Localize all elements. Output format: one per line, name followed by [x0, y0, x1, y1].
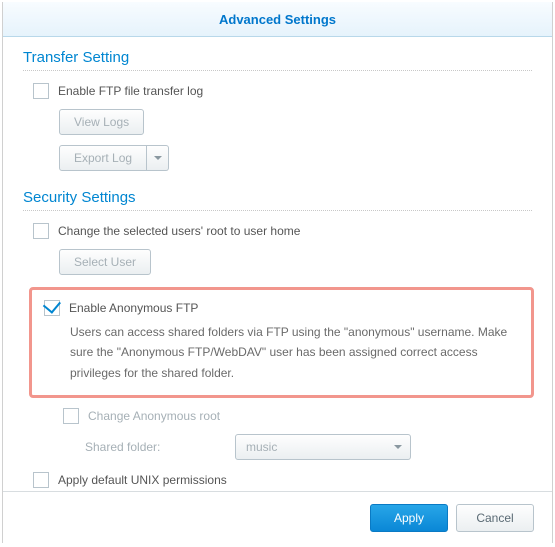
label-change-root: Change the selected users' root to user …	[58, 224, 300, 238]
row-shared-folder: Shared folder: music	[23, 434, 532, 460]
label-change-anon-root: Change Anonymous root	[88, 409, 220, 423]
row-enable-ftp-log: Enable FTP file transfer log	[23, 83, 532, 99]
dialog-title: Advanced Settings	[219, 12, 336, 27]
select-user-button[interactable]: Select User	[59, 249, 151, 275]
checkbox-enable-ftp-log[interactable]	[33, 83, 49, 99]
chevron-down-icon	[394, 445, 402, 449]
row-change-anon-root: Change Anonymous root	[23, 408, 532, 424]
row-export-log: Export Log	[23, 145, 532, 171]
export-log-split-button: Export Log	[59, 145, 169, 171]
checkbox-change-root[interactable]	[33, 223, 49, 239]
checkbox-enable-anonymous[interactable]	[44, 300, 60, 316]
anonymous-description: Users can access shared folders via FTP …	[42, 322, 521, 383]
select-user-label: Select User	[74, 255, 136, 269]
export-log-dropdown[interactable]	[147, 145, 169, 171]
select-shared-folder[interactable]: music	[235, 434, 411, 460]
row-enable-anonymous: Enable Anonymous FTP	[42, 300, 521, 316]
titlebar: Advanced Settings	[3, 2, 552, 37]
label-enable-anonymous: Enable Anonymous FTP	[69, 301, 198, 315]
checkbox-apply-unix[interactable]	[33, 472, 49, 488]
highlight-enable-anonymous: Enable Anonymous FTP Users can access sh…	[29, 287, 534, 398]
label-enable-ftp-log: Enable FTP file transfer log	[58, 84, 203, 98]
row-view-logs: View Logs	[23, 109, 532, 135]
checkbox-change-anon-root[interactable]	[63, 408, 79, 424]
export-log-button[interactable]: Export Log	[59, 145, 147, 171]
apply-label: Apply	[394, 511, 424, 525]
dialog-content: Transfer Setting Enable FTP file transfe…	[3, 37, 552, 491]
view-logs-label: View Logs	[74, 115, 129, 129]
section-security-header: Security Settings	[23, 189, 532, 211]
section-transfer-header: Transfer Setting	[23, 49, 532, 71]
label-apply-unix: Apply default UNIX permissions	[58, 473, 227, 487]
advanced-settings-dialog: Advanced Settings Transfer Setting Enabl…	[2, 2, 553, 543]
cancel-label: Cancel	[476, 511, 513, 525]
view-logs-button[interactable]: View Logs	[59, 109, 144, 135]
row-apply-unix: Apply default UNIX permissions	[23, 472, 532, 488]
export-log-label: Export Log	[74, 151, 132, 165]
label-shared-folder: Shared folder:	[85, 440, 235, 454]
chevron-down-icon	[154, 156, 162, 160]
row-select-user: Select User	[23, 249, 532, 275]
row-change-root: Change the selected users' root to user …	[23, 223, 532, 239]
apply-button[interactable]: Apply	[370, 504, 448, 532]
cancel-button[interactable]: Cancel	[456, 504, 534, 532]
select-shared-folder-value: music	[246, 440, 277, 454]
dialog-footer: Apply Cancel	[3, 491, 552, 543]
